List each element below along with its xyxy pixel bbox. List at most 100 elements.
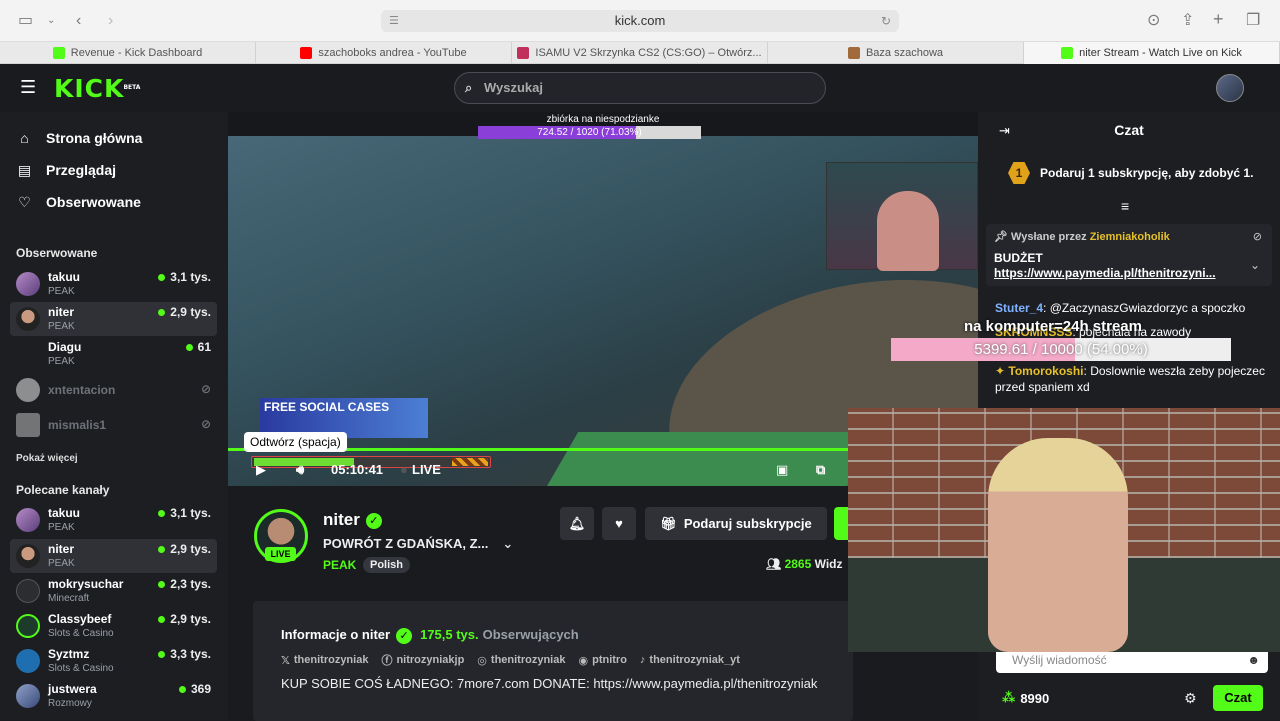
- user-avatar[interactable]: [1216, 74, 1244, 102]
- reload-icon[interactable]: ↻: [881, 10, 891, 32]
- tab-chess[interactable]: Baza szachowa: [768, 42, 1024, 64]
- sidebar-channel-mismalis1[interactable]: mismalis1 ⊘: [10, 408, 217, 442]
- back-icon[interactable]: ‹: [76, 11, 81, 31]
- chevron-down-icon[interactable]: ⌄: [1250, 258, 1260, 272]
- second-webcam: [848, 408, 1280, 652]
- chat-send-button[interactable]: Czat: [1213, 685, 1263, 711]
- chat-username[interactable]: Tomorokoshi: [1008, 364, 1083, 378]
- viewer-count-value: 61: [197, 340, 211, 354]
- volume-icon[interactable]: 🔊︎: [296, 462, 304, 478]
- viewers-count: 2865: [784, 557, 812, 571]
- pinned-link[interactable]: https://www.paymedia.pl/thenitrozyni...: [994, 266, 1216, 280]
- subscribe-button[interactable]: [834, 507, 848, 540]
- channel-category: PEAK: [48, 522, 75, 533]
- follow-heart-button[interactable]: ♥: [602, 507, 636, 540]
- social-facebook[interactable]: ⓕ nitrozyniakjp: [381, 652, 464, 668]
- sidebar-channel-diagu[interactable]: Diagu PEAK 61: [10, 337, 217, 371]
- social-handle: thenitrozyniak: [490, 654, 566, 666]
- tab-niter[interactable]: niter Stream - Watch Live on Kick: [1024, 42, 1280, 64]
- social-instagram[interactable]: ◎ thenitrozyniak: [477, 652, 565, 668]
- stream-category[interactable]: PEAK: [323, 558, 356, 572]
- webcam-person: [988, 438, 1128, 652]
- sidebar-toggle-icon[interactable]: ▭: [18, 11, 33, 31]
- address-bar[interactable]: ☰ kick.com ↻: [381, 10, 899, 32]
- play-icon[interactable]: ▶: [256, 462, 266, 478]
- gift-sub-promo[interactable]: 1 Podaruj 1 subskrypcję, aby zdobyć 1.: [1008, 162, 1253, 184]
- sidebar-recommended-takuu[interactable]: takuu PEAK 3,1 tys.: [10, 503, 217, 537]
- case-favicon-icon: [517, 47, 530, 59]
- search-input[interactable]: ⌕ Wyszukaj: [454, 72, 826, 104]
- chevron-down-icon[interactable]: ⌄: [502, 536, 513, 551]
- avatar: [16, 614, 40, 638]
- sidebar-channel-takuu[interactable]: takuu PEAK 3,1 tys.: [10, 267, 217, 301]
- tiktok-icon: ♪: [639, 654, 646, 666]
- avatar: [16, 508, 40, 532]
- followers-count: 175,5 tys.: [420, 627, 479, 642]
- filter-icon[interactable]: ≡: [1121, 198, 1129, 214]
- gift-sub-button[interactable]: 🎁︎ Podaruj subskrypcje: [645, 507, 827, 540]
- sidebar-recommended-niter[interactable]: niter PEAK 2,9 tys.: [10, 539, 217, 573]
- social-discord[interactable]: ◉ ptnitro: [578, 652, 626, 668]
- gear-icon[interactable]: ⚙: [1184, 690, 1197, 707]
- menu-icon[interactable]: ☰: [20, 77, 36, 98]
- channel-name[interactable]: niter ✓: [323, 510, 382, 530]
- viewer-count: 2,9 tys.: [158, 305, 211, 319]
- tab-label: szachoboks andrea - YouTube: [318, 47, 467, 59]
- followed-title: Obserwowane: [16, 246, 98, 260]
- viewers-icon: 👥︎: [766, 557, 782, 571]
- pip-icon[interactable]: ⧉: [816, 462, 825, 478]
- sidebar-recommended-syztmz[interactable]: Syztmz Slots & Casino 3,3 tys.: [10, 644, 217, 678]
- show-more-link[interactable]: Pokaż więcej: [16, 453, 78, 464]
- sidebar-channel-xntentacion[interactable]: xntentacion ⊘: [10, 373, 217, 407]
- viewer-count: 2,9 tys.: [158, 542, 211, 556]
- tab-label: Baza szachowa: [865, 47, 944, 59]
- avatar: [16, 649, 40, 673]
- download-icon[interactable]: ⊙: [1147, 11, 1160, 31]
- stream-title-text: POWRÓT Z GDAŃSKA, Z...: [323, 536, 489, 551]
- social-links: 𝕏thenitrozyniak ⓕ nitrozyniakjp ◎ thenitro…: [281, 652, 740, 668]
- search-placeholder: Wyszukaj: [484, 80, 544, 95]
- social-tiktok[interactable]: ♪ thenitrozyniak_yt: [640, 652, 740, 668]
- about-panel: Informacje o niter ✓ 175,5 tys. Obserwujący…: [253, 601, 853, 721]
- viewer-count-value: 3,3 tys.: [170, 647, 211, 661]
- points-value: 8990: [1020, 690, 1050, 706]
- tab-revenue[interactable]: Revenue - Kick Dashboard: [0, 42, 256, 64]
- notification-bell-button[interactable]: 🔔︎: [560, 507, 594, 540]
- share-icon[interactable]: ⇪: [1181, 11, 1194, 31]
- forward-icon[interactable]: ›: [108, 11, 113, 31]
- hide-icon[interactable]: ⊘: [1253, 230, 1262, 243]
- pin-icon: 📌︎: [994, 231, 1008, 243]
- channel-points[interactable]: ⁂ 8990: [1002, 690, 1049, 706]
- channel-category: Slots & Casino: [48, 663, 114, 674]
- chat-username[interactable]: Stuter_4: [995, 301, 1043, 315]
- tab-isamu[interactable]: ISAMU V2 Skrzynka CS2 (CS:GO) – Otwórz..…: [512, 42, 768, 64]
- pinned-message: 📌︎ Wysłane przez Ziemniakoholik ⊘ BUDŻET…: [986, 224, 1272, 286]
- sidebar-recommended-justwera[interactable]: justwera Rozmowy 369: [10, 679, 217, 713]
- social-x[interactable]: 𝕏thenitrozyniak: [281, 652, 368, 668]
- live-label: LIVE: [412, 462, 441, 477]
- nav-browse[interactable]: ▤ Przeglądaj: [16, 158, 116, 182]
- nav-following[interactable]: ♡ Obserwowane: [16, 190, 141, 214]
- sidebar-recommended-classybeef[interactable]: Classybeef Slots & Casino 2,9 tys.: [10, 609, 217, 643]
- url-text: kick.com: [614, 13, 666, 28]
- theater-mode-icon[interactable]: ▣: [776, 462, 788, 478]
- nav-home[interactable]: ⌂ Strona główna: [16, 126, 142, 150]
- chat-text: @ZaczynaszGwiazdorzyc a spoczko: [1049, 301, 1246, 315]
- channel-name: niter: [48, 305, 75, 319]
- kick-logo[interactable]: KICK BETA: [54, 76, 140, 102]
- tab-youtube[interactable]: szachoboks andrea - YouTube: [256, 42, 512, 64]
- pinned-user[interactable]: Ziemniakoholik: [1090, 231, 1170, 243]
- beta-label: BETA: [123, 84, 141, 91]
- overlay-goal-title: na komputer=24h stream: [964, 318, 1142, 335]
- points-icon: ⁂: [1002, 690, 1016, 705]
- sidebar-recommended-mokrysuchar[interactable]: mokrysuchar Minecraft 2,3 tys.: [10, 574, 217, 608]
- new-tab-icon[interactable]: +: [1213, 9, 1224, 29]
- tab-overview-icon[interactable]: ❐: [1246, 11, 1260, 31]
- chevron-down-icon[interactable]: ⌄: [47, 11, 55, 31]
- live-badge: LIVE: [265, 547, 296, 561]
- sidebar-channel-niter[interactable]: niter PEAK 2,9 tys.: [10, 302, 217, 336]
- verified-icon: ✓: [396, 627, 413, 644]
- language-tag[interactable]: Polish: [363, 557, 411, 573]
- channel-name: justwera: [48, 682, 97, 696]
- social-handle: thenitrozyniak_yt: [649, 654, 740, 666]
